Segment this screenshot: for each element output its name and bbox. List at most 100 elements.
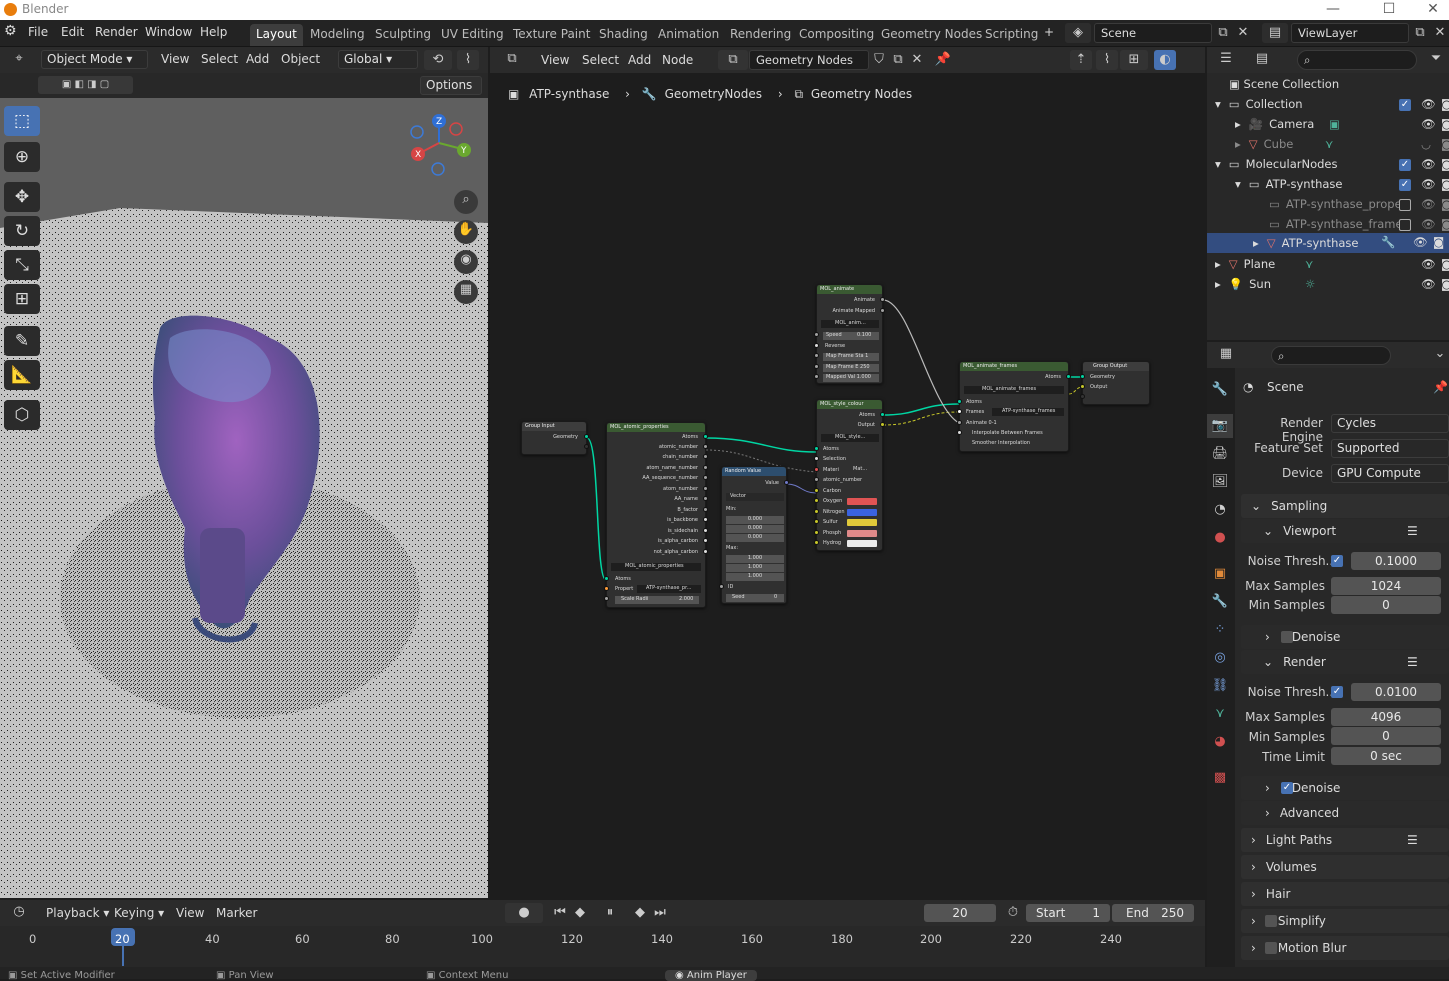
node-socket[interactable] — [703, 454, 708, 459]
camera-render-icon[interactable]: ◙ — [1441, 177, 1449, 191]
viewport-subpanel-header[interactable]: ⌄ Viewport ☰ — [1241, 519, 1449, 543]
exclude-checkbox[interactable]: ✓ — [1399, 99, 1411, 111]
outliner-item[interactable]: ▾ ▭ ATP-synthase ✓ 👁 ◙ — [1235, 177, 1449, 197]
nitrogen-color-swatch[interactable] — [847, 509, 877, 516]
node-vector-field[interactable]: 0.000 — [726, 534, 784, 542]
outliner-item[interactable]: ▾ ▭ Collection ✓ 👁 ◙ — [1215, 97, 1449, 117]
rotate-tool[interactable]: ↻ — [4, 216, 40, 246]
node-socket[interactable] — [604, 586, 609, 591]
outliner-item[interactable]: ▸ ▽ Cube ⋎ ◡ ◙ — [1235, 137, 1449, 157]
simplify-checkbox[interactable] — [1265, 915, 1277, 927]
node-object-field[interactable]: ATP-synthase_pr... — [637, 585, 701, 593]
camera-render-icon[interactable]: ◙ — [1441, 137, 1449, 151]
eye-hidden-icon[interactable]: ◡ — [1421, 137, 1431, 151]
timeline-menu-keying[interactable]: Keying ▾ — [114, 906, 164, 920]
modifier-wrench-icon[interactable]: 🔧 — [1381, 235, 1395, 249]
tab-layout[interactable]: Layout — [250, 24, 303, 46]
node-socket[interactable] — [814, 498, 819, 503]
list-presets-icon[interactable]: ☰ — [1407, 833, 1418, 847]
menu-edit[interactable]: Edit — [61, 25, 84, 39]
timeline-type-icon[interactable]: ◷ — [4, 902, 34, 924]
oxygen-color-swatch[interactable] — [847, 498, 877, 505]
camera-render-icon[interactable]: ◙ — [1433, 235, 1444, 249]
particles-tab-icon[interactable]: ⁘ — [1207, 618, 1233, 642]
material-tab-icon[interactable]: ◕ — [1207, 730, 1233, 754]
scene-selector-icon[interactable]: ◈ — [1065, 23, 1091, 43]
timeline-menu-view[interactable]: View — [176, 906, 204, 920]
node-socket[interactable] — [814, 477, 819, 482]
node-socket[interactable] — [814, 353, 819, 358]
node-socket[interactable] — [957, 409, 962, 414]
editor-type-icon[interactable]: ⌖ — [4, 49, 34, 71]
node-vector-field[interactable]: 0.000 — [726, 525, 784, 533]
node-socket[interactable] — [703, 465, 708, 470]
tab-scripting[interactable]: Scripting — [979, 24, 1044, 46]
render-min-samples-field[interactable]: 0 — [1331, 727, 1441, 745]
camera-render-icon[interactable]: ◙ — [1441, 277, 1449, 291]
perspective-grid-icon[interactable]: ▦ — [454, 280, 478, 304]
display-mode-icon[interactable]: ▤ — [1247, 49, 1277, 71]
current-frame-field[interactable]: 20 — [924, 904, 996, 922]
mode-dropdown[interactable]: Object Mode ▾ — [41, 50, 148, 69]
motion-blur-panel[interactable]: › Motion Blur — [1241, 936, 1449, 960]
snap-icon[interactable]: ⌇ — [457, 50, 479, 70]
node-socket[interactable] — [703, 475, 708, 480]
node-vector-field[interactable]: 1.000 — [726, 555, 784, 563]
tab-geometry-nodes[interactable]: Geometry Nodes — [875, 24, 988, 46]
pan-hand-icon[interactable]: ✋ — [454, 220, 478, 244]
viewport-min-samples-field[interactable]: 0 — [1331, 596, 1441, 614]
hair-panel[interactable]: › Hair — [1241, 882, 1449, 906]
stopwatch-icon[interactable]: ⏱ — [1002, 903, 1024, 923]
navigation-gizmo[interactable]: Z Y X — [404, 108, 474, 178]
tab-texture-paint[interactable]: Texture Paint — [507, 24, 596, 46]
advanced-subpanel[interactable]: › Advanced — [1241, 801, 1449, 825]
3d-viewport[interactable]: ⌖ Object Mode ▾ View Select Add Object G… — [0, 47, 488, 898]
modifier-tab-icon[interactable]: 🔧 — [1207, 590, 1233, 614]
hydrog-color-swatch[interactable] — [847, 540, 877, 547]
render-denoise-checkbox[interactable]: ✓ — [1281, 782, 1293, 794]
transform-tool[interactable]: ⊞ — [4, 284, 40, 314]
anim-player-status[interactable]: ◉ Anim Player — [665, 970, 757, 981]
pivot-icon[interactable]: ⟲ — [424, 50, 452, 70]
new-viewlayer-icon[interactable]: ⧉ — [1411, 23, 1429, 43]
node-group-field[interactable]: MOL_atomic_properties — [611, 563, 701, 571]
outliner-item[interactable]: ▸ ▽ Plane ⋎ 👁 ◙ — [1215, 257, 1449, 277]
node-frame-field[interactable]: Map Frame Sta 1 — [823, 353, 879, 361]
node-socket[interactable] — [584, 444, 589, 449]
pause-icon[interactable]: ⏸ — [600, 903, 620, 923]
node-socket[interactable] — [1066, 374, 1071, 379]
node-socket[interactable] — [814, 364, 819, 369]
zoom-icon[interactable]: ⌕ — [454, 190, 478, 214]
next-keyframe-icon[interactable]: ◆ — [630, 903, 650, 923]
properties-type-icon[interactable]: ▦ — [1211, 344, 1241, 366]
scene-tab-icon[interactable]: ◔ — [1207, 498, 1233, 522]
outliner-item[interactable]: ▸ 🎥 Camera ▣ 👁 ◙ — [1235, 117, 1449, 137]
camera-render-icon[interactable]: ◙ — [1441, 217, 1449, 231]
node-socket[interactable] — [814, 488, 819, 493]
viewport-menu-object[interactable]: Object — [281, 52, 320, 66]
orientation-dropdown[interactable]: Global ▾ — [338, 50, 418, 69]
prev-keyframe-icon[interactable]: ◆ — [570, 903, 590, 923]
chevron-down-icon[interactable]: ⌄ — [1431, 344, 1449, 366]
outliner-type-icon[interactable]: ☰ — [1211, 49, 1241, 71]
new-scene-icon[interactable]: ⧉ — [1214, 23, 1232, 43]
pin-icon[interactable]: 📌 — [1433, 380, 1448, 394]
filter-icon[interactable]: ⏷ — [1425, 49, 1447, 71]
node-group-field[interactable]: MOL_anim... — [821, 320, 879, 328]
cursor-tool[interactable]: ⊕ — [4, 142, 40, 172]
node-socket[interactable] — [814, 374, 819, 379]
list-presets-icon[interactable]: ☰ — [1407, 524, 1418, 538]
node-socket[interactable] — [814, 530, 819, 535]
tab-sculpting[interactable]: Sculpting — [369, 24, 437, 46]
tab-modeling[interactable]: Modeling — [304, 24, 371, 46]
exclude-checkbox[interactable] — [1399, 199, 1411, 211]
node-socket[interactable] — [604, 596, 609, 601]
light-paths-panel[interactable]: › Light Paths ☰ — [1241, 828, 1449, 852]
tab-uv-editing[interactable]: UV Editing — [435, 24, 510, 46]
sun-light-icon[interactable]: ☼ — [1305, 277, 1315, 291]
outliner-item-selected[interactable]: ▸ ▽ ATP-synthase 🔧 👁 ◙ — [1207, 233, 1449, 253]
node-socket[interactable] — [1080, 384, 1085, 389]
node-socket[interactable] — [880, 422, 885, 427]
node-group-field[interactable]: MOL_animate_frames — [964, 386, 1064, 394]
node-frame-field[interactable]: Map Frame E 250 — [823, 364, 879, 372]
